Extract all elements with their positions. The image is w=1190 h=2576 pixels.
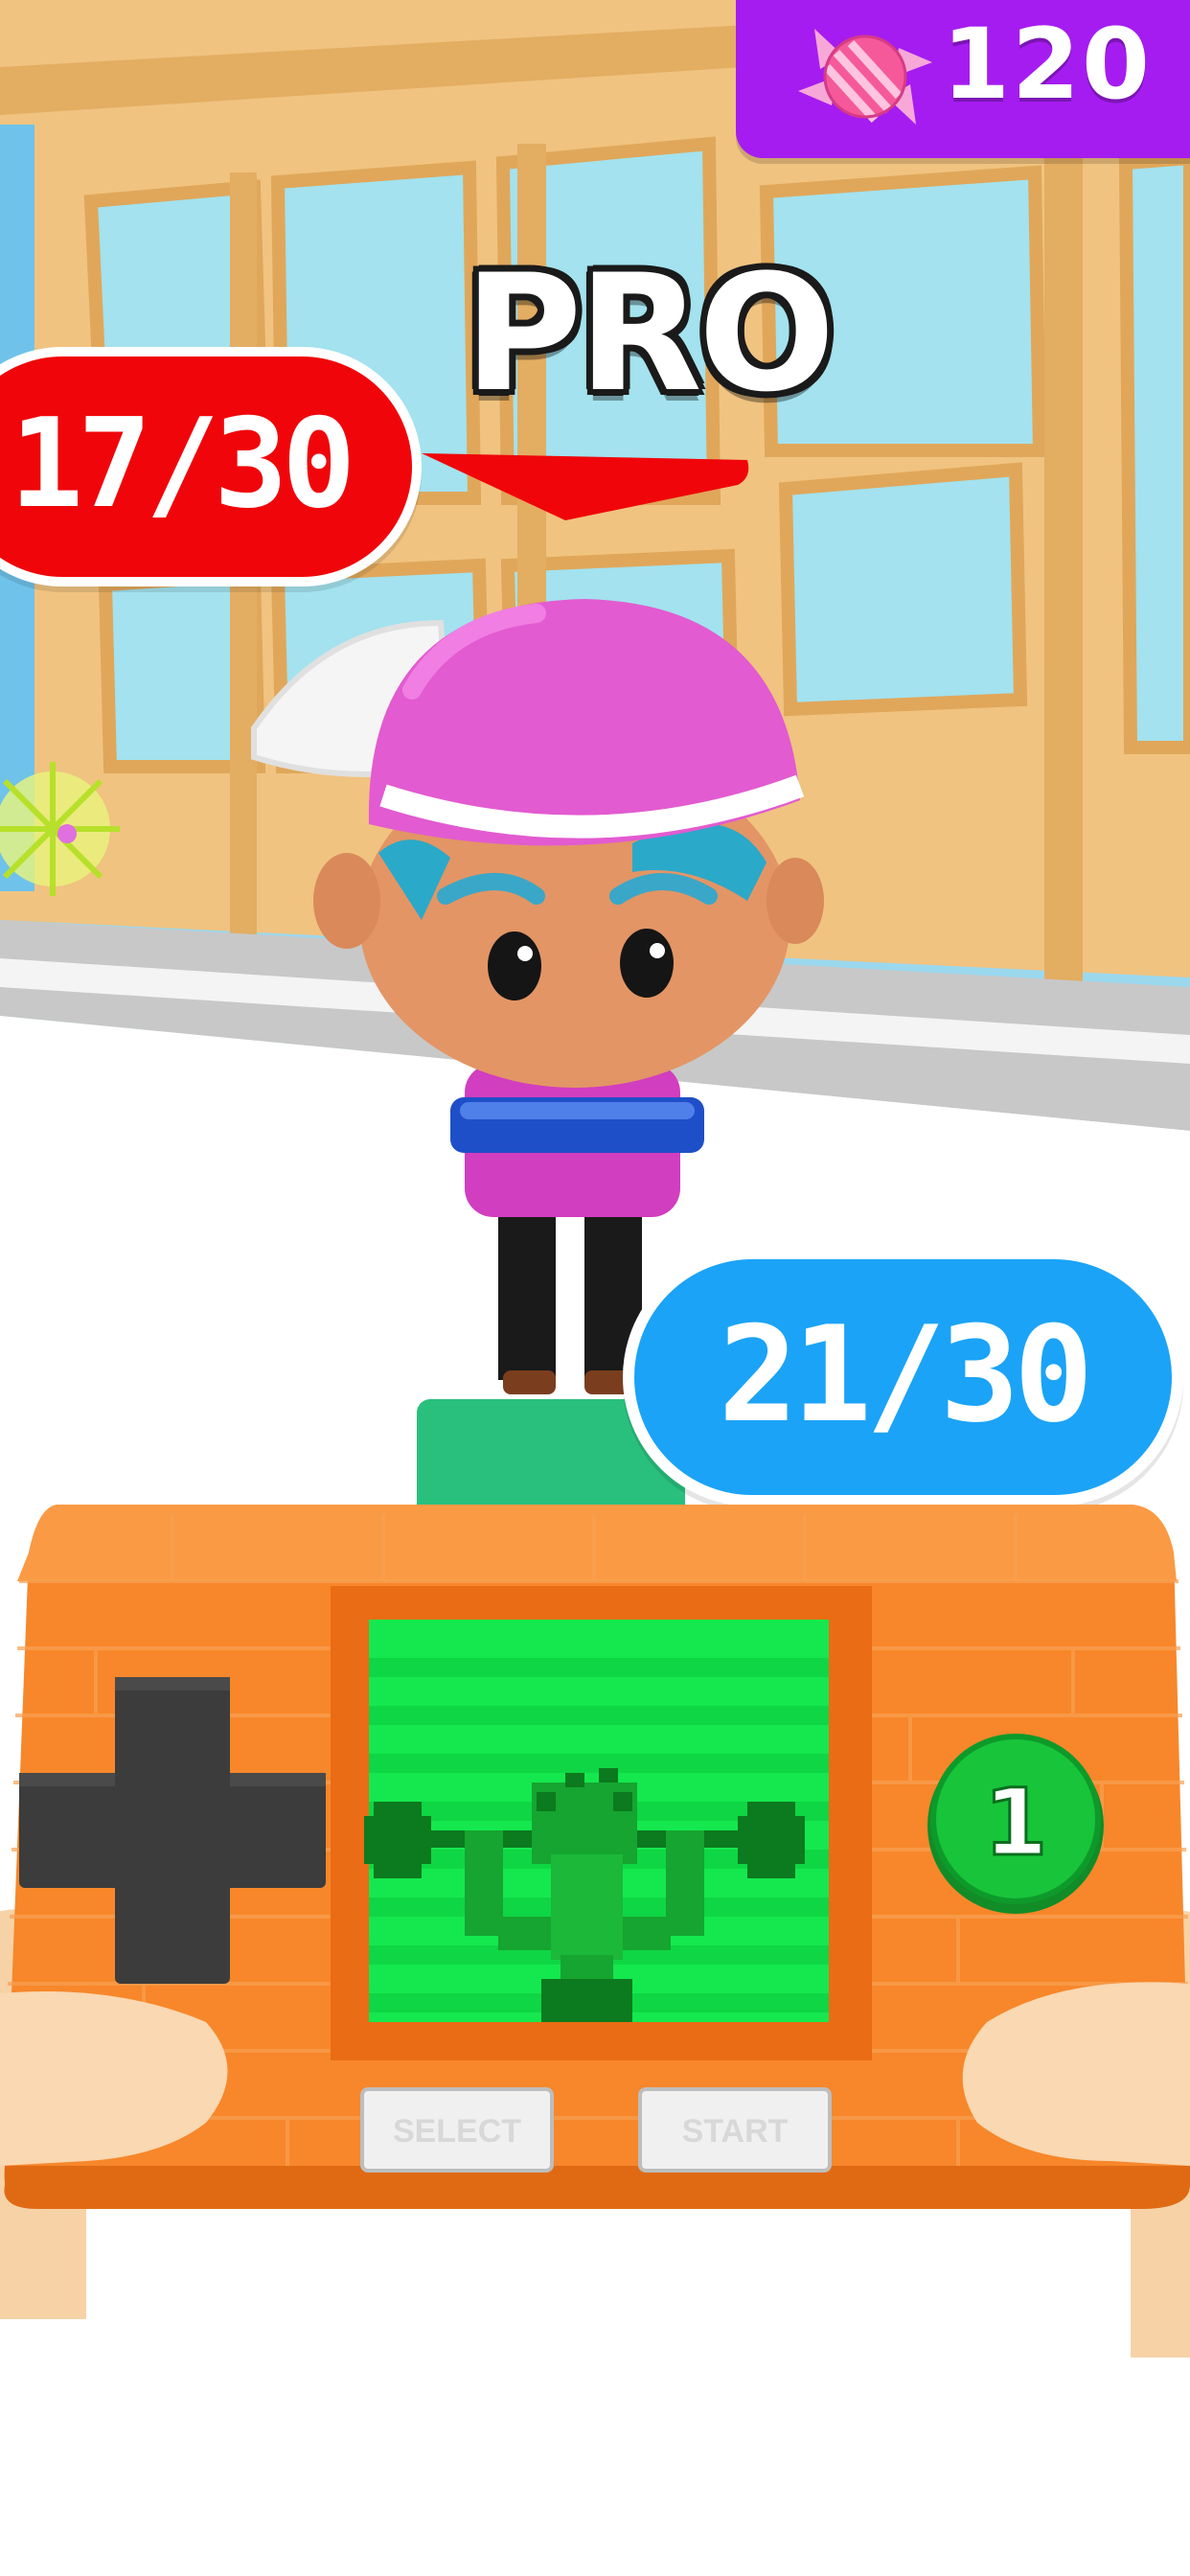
candy-counter: 120 [736, 0, 1190, 158]
action-button[interactable]: 1 [927, 1734, 1104, 1914]
thumbs-overlay [0, 1982, 1190, 2166]
player-score-badge: 21/30 [623, 1248, 1183, 1506]
candy-icon [798, 29, 932, 125]
opponent-score-badge: 17/30 [0, 347, 422, 586]
candy-count: 120 [942, 8, 1152, 122]
opponent-pointer [422, 453, 749, 520]
action-button-label: 1 [984, 1769, 1048, 1876]
player-score: 21/30 [718, 1298, 1093, 1452]
opponent-score: 17/30 [10, 393, 355, 536]
